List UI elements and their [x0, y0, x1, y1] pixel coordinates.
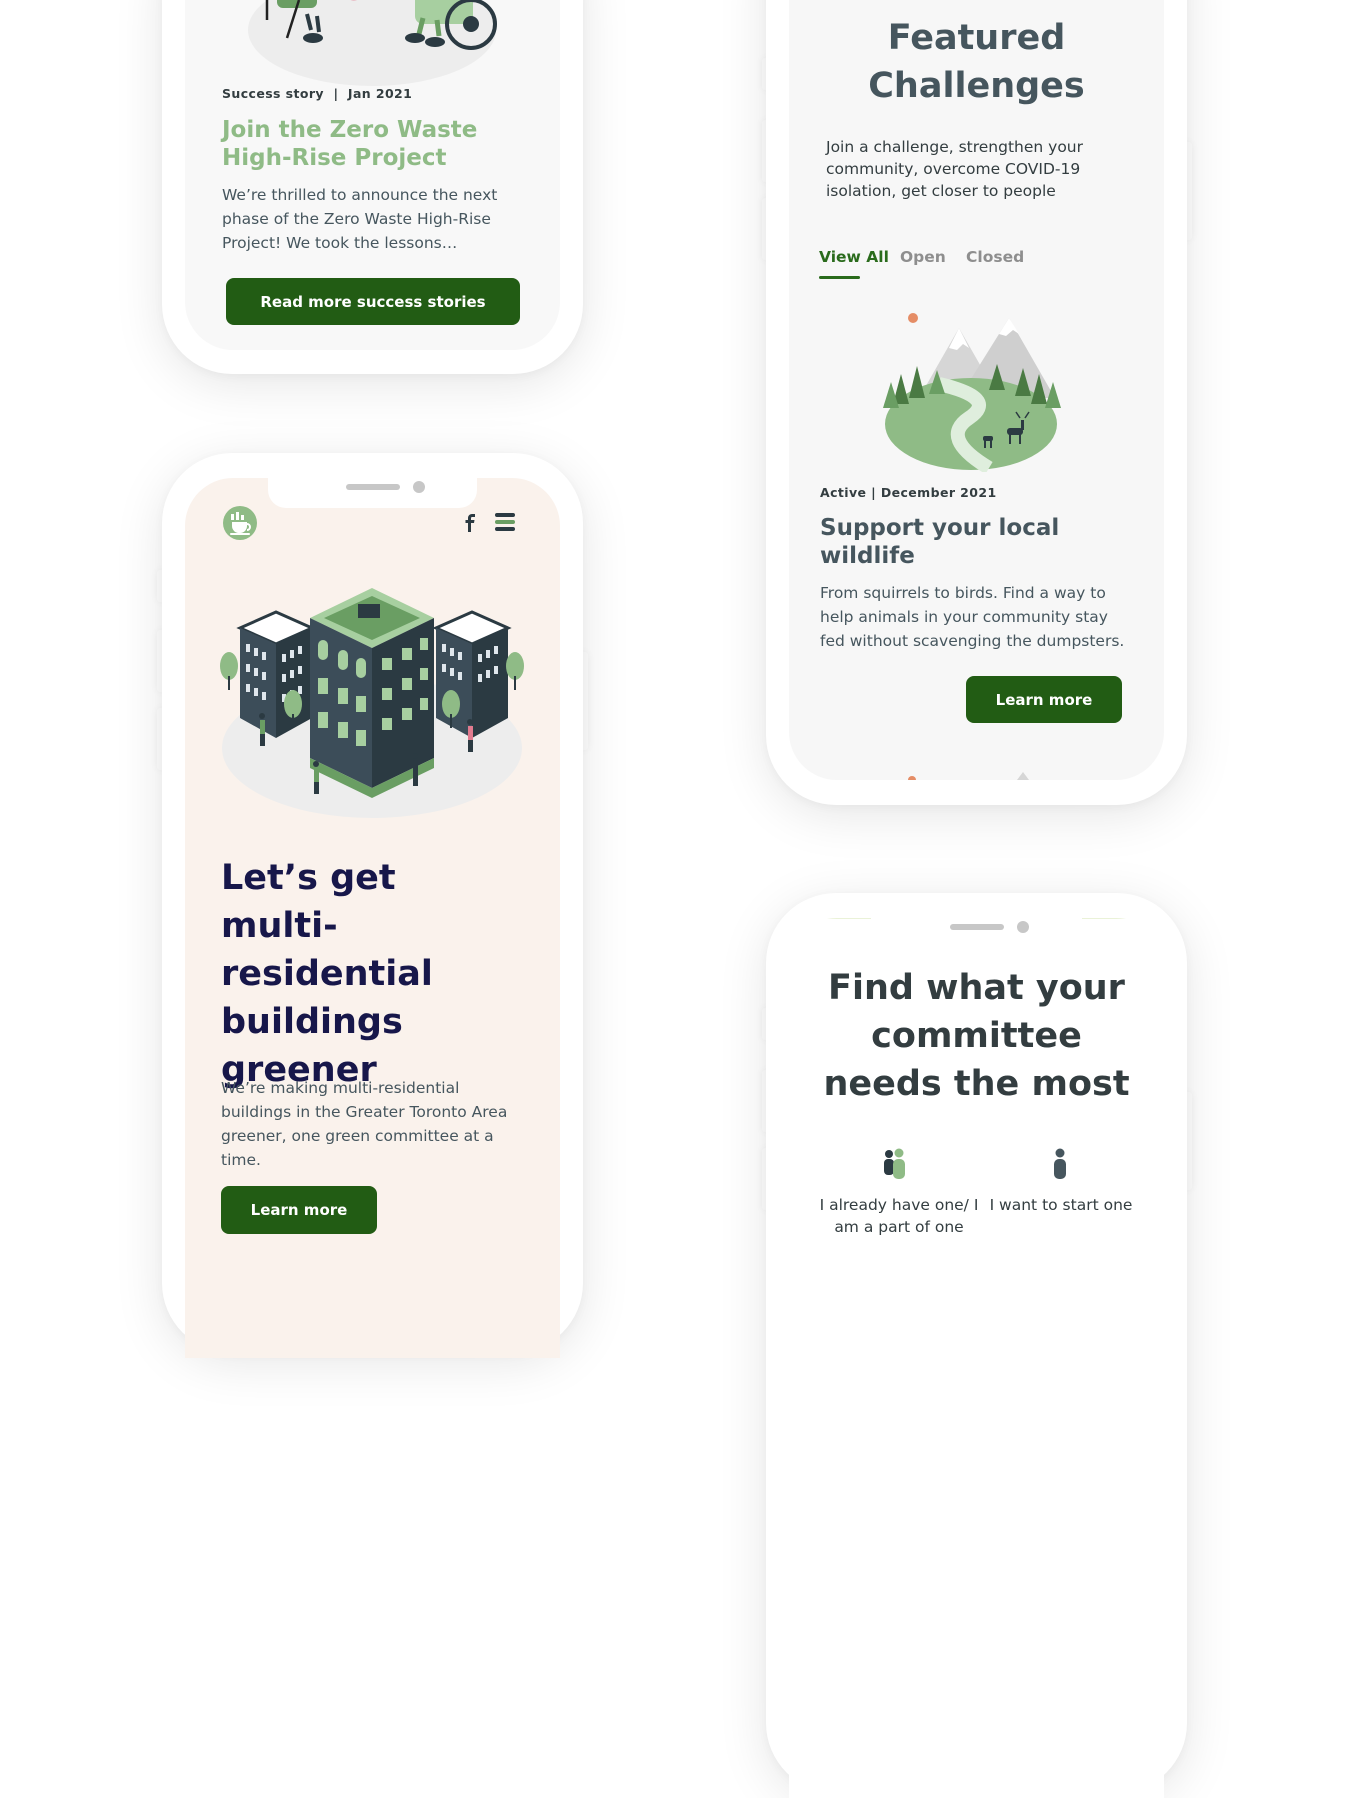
option-start-one[interactable]: I want to start one: [981, 1144, 1141, 1244]
story-meta: Success story | Jan 2021: [222, 86, 413, 101]
tab-open[interactable]: Open: [900, 248, 946, 266]
wildlife-landscape-illustration: [883, 313, 1061, 472]
section-title: Featured Challenges: [868, 18, 1085, 106]
phone-committee: Find what your committee needs the most …: [766, 893, 1187, 1798]
option-already-have-one[interactable]: I already have one/ I am a part of one: [819, 1144, 979, 1244]
hamburger-menu-icon[interactable]: [495, 513, 515, 533]
speaker-grille: [950, 924, 1004, 930]
phone-screen: Success story | Jan 2021 Join the Zero W…: [185, 0, 560, 350]
active-tab-underline: [819, 276, 860, 279]
front-camera: [413, 481, 425, 493]
front-camera: [1017, 921, 1029, 933]
facebook-icon[interactable]: [464, 514, 476, 532]
next-card-peek: [1017, 772, 1029, 780]
screen-edge-line: [819, 918, 871, 919]
person-icon: [1054, 1148, 1066, 1179]
story-title[interactable]: Join the Zero Waste High-Rise Project: [222, 116, 522, 172]
committee-title: Find what your committee needs the most: [823, 968, 1130, 1104]
phone-success-story: Success story | Jan 2021 Join the Zero W…: [162, 0, 583, 374]
phone-notch: [268, 478, 477, 508]
hero-learn-more-button[interactable]: Learn more: [221, 1186, 377, 1234]
challenge-meta: Active | December 2021: [820, 485, 997, 500]
hero-title: Let’s get multi-residential buildings gr…: [221, 858, 433, 1090]
challenge-title[interactable]: Support your local wildlife: [820, 514, 1120, 570]
challenge-learn-more-button[interactable]: Learn more: [966, 676, 1122, 723]
section-subtitle: Join a challenge, strengthen your commun…: [826, 138, 1084, 200]
option-label: I want to start one: [989, 1196, 1133, 1214]
phone-screen: Let’s get multi-residential buildings gr…: [185, 478, 560, 1358]
phone-screen: Find what your committee needs the most …: [789, 918, 1164, 1798]
challenge-description: From squirrels to birds. Find a way to h…: [820, 584, 1125, 650]
green-buildings-illustration: [220, 588, 524, 818]
screen-edge-line: [1082, 918, 1134, 919]
tab-view-all[interactable]: View All: [819, 248, 889, 266]
phone-hero: Let’s get multi-residential buildings gr…: [162, 453, 583, 1358]
read-more-stories-button[interactable]: Read more success stories: [226, 278, 520, 325]
people-meeting-illustration: [248, 0, 497, 86]
phone-screen: Featured Challenges Join a challenge, st…: [789, 0, 1164, 780]
logo-icon[interactable]: [222, 505, 258, 541]
story-excerpt: We’re thrilled to announce the next phas…: [222, 186, 498, 252]
speaker-grille: [346, 484, 400, 490]
group-people-icon: [884, 1148, 905, 1179]
phone-challenges: Featured Challenges Join a challenge, st…: [766, 0, 1187, 805]
hero-description: We’re making multi-residential buildings…: [221, 1079, 508, 1169]
next-card-peek: [908, 776, 916, 780]
option-label: I already have one/ I am a part of one: [819, 1196, 979, 1236]
tab-closed[interactable]: Closed: [966, 248, 1024, 266]
